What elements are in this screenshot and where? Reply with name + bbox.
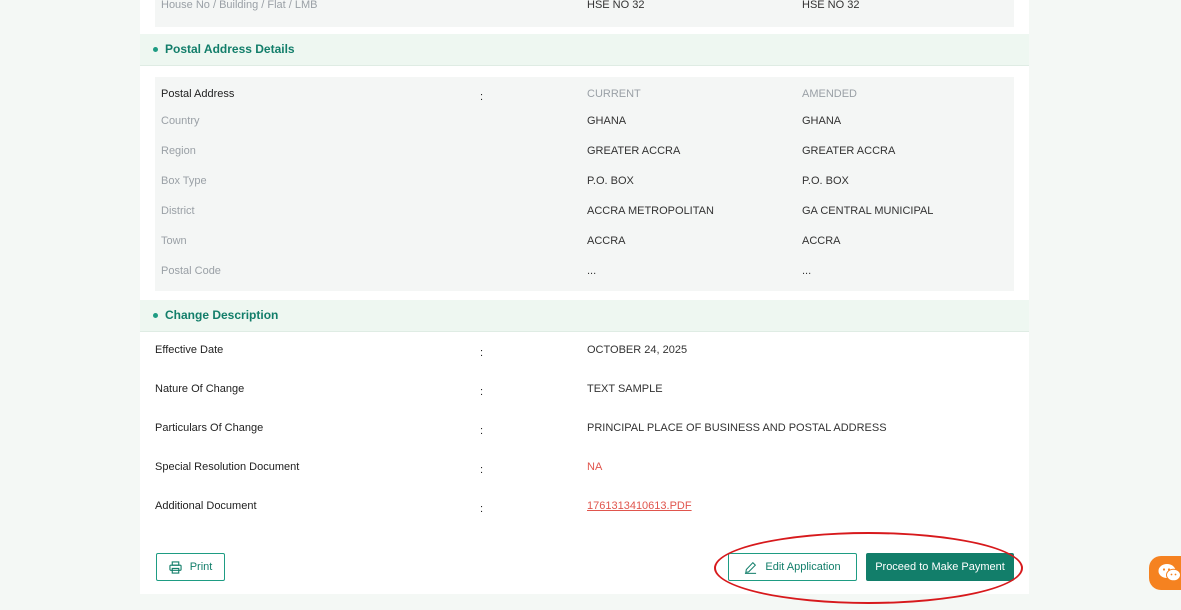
effective-date-value: OCTOBER 24, 2025	[587, 344, 688, 356]
house-number-current: HSE NO 32	[587, 0, 645, 11]
field-colon: :	[480, 464, 484, 476]
special-resolution-value: NA	[587, 461, 603, 473]
application-review-card: House No / Building / Flat / LMB HSE NO …	[140, 0, 1029, 594]
postal-row-town: Town ACCRA ACCRA	[155, 235, 1014, 255]
wechat-icon	[1157, 562, 1181, 584]
section-bullet	[153, 47, 158, 52]
postal-row-amended: ...	[802, 265, 812, 277]
print-button[interactable]: Print	[156, 553, 225, 581]
postal-row-amended: GA CENTRAL MUNICIPAL	[802, 205, 934, 217]
current-column-header: CURRENT	[587, 88, 641, 100]
postal-row-label: Box Type	[161, 175, 207, 187]
postal-row-current: GHANA	[587, 115, 627, 127]
house-number-label: House No / Building / Flat / LMB	[161, 0, 318, 11]
field-colon: :	[480, 503, 484, 515]
postal-address-section-title: Postal Address Details	[165, 42, 295, 56]
postal-row-label: Postal Code	[161, 265, 221, 277]
printer-icon	[169, 560, 182, 574]
additional-document-label: Additional Document	[155, 500, 257, 512]
postal-row-label: Country	[161, 115, 200, 127]
field-colon: :	[480, 347, 484, 359]
postal-row-amended: GREATER ACCRA	[802, 145, 896, 157]
nature-of-change-label: Nature Of Change	[155, 383, 245, 395]
postal-row-label: Region	[161, 145, 196, 157]
change-description-section-header: Change Description	[140, 300, 1029, 332]
postal-row-amended: GHANA	[802, 115, 842, 127]
postal-address-colon: :	[480, 91, 484, 103]
particulars-of-change-label: Particulars Of Change	[155, 422, 264, 434]
postal-row-current: ACCRA	[587, 235, 626, 247]
house-number-row: House No / Building / Flat / LMB HSE NO …	[155, 0, 1014, 27]
effective-date-label: Effective Date	[155, 344, 224, 356]
postal-row-current: GREATER ACCRA	[587, 145, 681, 157]
postal-row-amended: P.O. BOX	[802, 175, 849, 187]
additional-document-row: Additional Document : 1761313410613.PDF	[155, 500, 1015, 520]
postal-row-country: Country GHANA GHANA	[155, 115, 1014, 135]
effective-date-row: Effective Date : OCTOBER 24, 2025	[155, 344, 1015, 364]
special-resolution-row: Special Resolution Document : NA	[155, 461, 1015, 481]
nature-of-change-row: Nature Of Change : TEXT SAMPLE	[155, 383, 1015, 403]
postal-address-header-row: Postal Address : CURRENT AMENDED	[155, 88, 1014, 108]
nature-of-change-value: TEXT SAMPLE	[587, 383, 663, 395]
postal-row-current: ...	[587, 265, 597, 277]
additional-document-link[interactable]: 1761313410613.PDF	[587, 500, 692, 512]
field-colon: :	[480, 425, 484, 437]
postal-row-district: District ACCRA METROPOLITAN GA CENTRAL M…	[155, 205, 1014, 225]
particulars-of-change-row: Particulars Of Change : PRINCIPAL PLACE …	[155, 422, 1015, 442]
postal-row-current: ACCRA METROPOLITAN	[587, 205, 714, 217]
field-colon: :	[480, 386, 484, 398]
postal-row-label: District	[161, 205, 195, 217]
special-resolution-label: Special Resolution Document	[155, 461, 300, 473]
postal-row-label: Town	[161, 235, 187, 247]
postal-row-current: P.O. BOX	[587, 175, 634, 187]
particulars-of-change-value: PRINCIPAL PLACE OF BUSINESS AND POSTAL A…	[587, 422, 887, 434]
postal-row-postal-code: Postal Code ... ...	[155, 265, 1014, 285]
postal-address-section-header: Postal Address Details	[140, 34, 1029, 66]
amended-column-header: AMENDED	[802, 88, 858, 100]
postal-row-amended: ACCRA	[802, 235, 841, 247]
print-button-label: Print	[189, 561, 213, 573]
postal-address-table: Postal Address : CURRENT AMENDED Country…	[155, 77, 1014, 291]
annotation-circle	[714, 532, 1023, 604]
change-description-section-title: Change Description	[165, 308, 279, 322]
chat-widget-button[interactable]	[1149, 556, 1181, 590]
section-bullet	[153, 313, 158, 318]
postal-row-box-type: Box Type P.O. BOX P.O. BOX	[155, 175, 1014, 195]
house-number-amended: HSE NO 32	[802, 0, 860, 11]
postal-row-region: Region GREATER ACCRA GREATER ACCRA	[155, 145, 1014, 165]
postal-address-label: Postal Address	[161, 88, 235, 100]
